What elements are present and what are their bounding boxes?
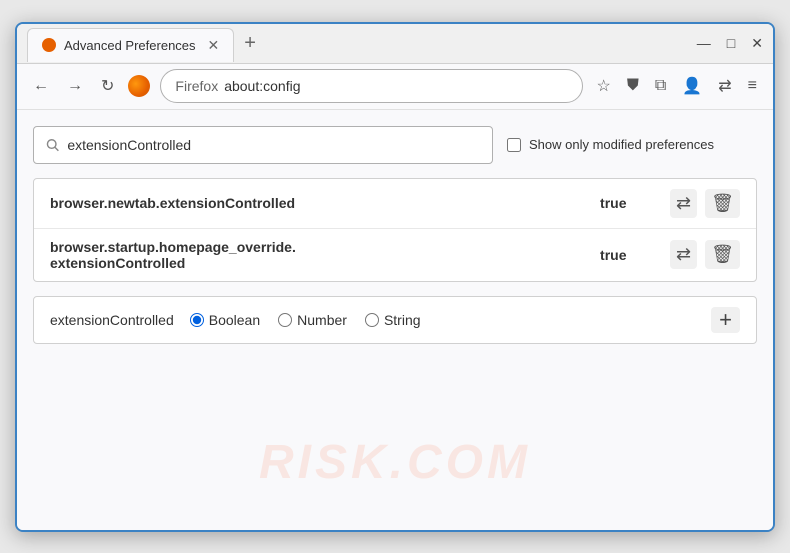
add-preference-row: extensionControlled Boolean Number Strin… [33, 296, 757, 344]
new-pref-name: extensionControlled [50, 312, 174, 328]
boolean-label: Boolean [209, 312, 260, 328]
string-radio-option[interactable]: String [365, 312, 421, 328]
search-icon [46, 138, 59, 152]
nav-bar: ← → ↻ Firefox about:config ☆ ⛊ ⧉ 👤 ⇄ ≡ [17, 64, 773, 110]
browser-tab[interactable]: Advanced Preferences ✕ [27, 28, 234, 62]
address-bar[interactable]: Firefox about:config [160, 69, 582, 103]
number-label: Number [297, 312, 347, 328]
maximize-button[interactable]: □ [727, 35, 735, 51]
refresh-button[interactable]: ↻ [97, 72, 118, 100]
string-label: String [384, 312, 421, 328]
title-bar: Advanced Preferences ✕ + — □ ✕ [17, 24, 773, 64]
row-actions-1: ⇄ 🗑 [670, 189, 740, 218]
tab-close-button[interactable]: ✕ [208, 37, 220, 54]
pref-name-2: browser.startup.homepage_override. exten… [50, 239, 590, 271]
pref-value-2: true [600, 247, 660, 263]
show-modified-label: Show only modified preferences [529, 137, 714, 152]
number-radio-option[interactable]: Number [278, 312, 347, 328]
pref-value-1: true [600, 195, 660, 211]
show-modified-checkbox[interactable] [507, 138, 521, 152]
toggle-button-1[interactable]: ⇄ [670, 189, 697, 218]
content-area: Show only modified preferences browser.n… [17, 110, 773, 530]
firefox-logo [128, 75, 150, 97]
window-controls: — □ ✕ [697, 35, 763, 52]
results-table: browser.newtab.extensionControlled true … [33, 178, 757, 282]
add-pref-button[interactable]: + [711, 307, 740, 333]
boolean-radio-option[interactable]: Boolean [190, 312, 260, 328]
delete-button-1[interactable]: 🗑 [705, 189, 740, 218]
delete-button-2[interactable]: 🗑 [705, 240, 740, 269]
table-row: browser.newtab.extensionControlled true … [34, 179, 756, 229]
search-input[interactable] [67, 137, 480, 153]
close-button[interactable]: ✕ [751, 35, 763, 52]
number-radio[interactable] [278, 313, 292, 327]
nav-icons: ☆ ⛊ ⧉ 👤 ⇄ ≡ [593, 72, 761, 100]
menu-icon[interactable]: ≡ [744, 73, 761, 99]
star-icon[interactable]: ☆ [593, 72, 615, 100]
back-button[interactable]: ← [29, 73, 53, 99]
forward-button[interactable]: → [63, 73, 87, 99]
string-radio[interactable] [365, 313, 379, 327]
watermark: RISK.COM [259, 435, 531, 490]
browser-name: Firefox [175, 78, 218, 94]
pref-name-1: browser.newtab.extensionControlled [50, 195, 590, 211]
new-tab-button[interactable]: + [244, 33, 256, 53]
sync-icon[interactable]: ⇄ [714, 72, 735, 100]
url-text: about:config [224, 78, 300, 94]
extension-icon[interactable]: ⧉ [651, 73, 670, 99]
browser-window: Advanced Preferences ✕ + — □ ✕ ← → ↻ Fir… [15, 22, 775, 532]
show-modified-checkbox-row[interactable]: Show only modified preferences [507, 137, 714, 152]
row-actions-2: ⇄ 🗑 [670, 240, 740, 269]
shield-icon[interactable]: ⛊ [623, 73, 643, 99]
tab-favicon [42, 38, 56, 52]
search-box[interactable] [33, 126, 493, 164]
toggle-button-2[interactable]: ⇄ [670, 240, 697, 269]
table-row: browser.startup.homepage_override. exten… [34, 229, 756, 281]
tab-title: Advanced Preferences [64, 38, 196, 53]
search-row: Show only modified preferences [33, 126, 757, 164]
boolean-radio[interactable] [190, 313, 204, 327]
type-radio-group: Boolean Number String [190, 312, 421, 328]
minimize-button[interactable]: — [697, 35, 711, 51]
profile-icon[interactable]: 👤 [678, 72, 706, 100]
